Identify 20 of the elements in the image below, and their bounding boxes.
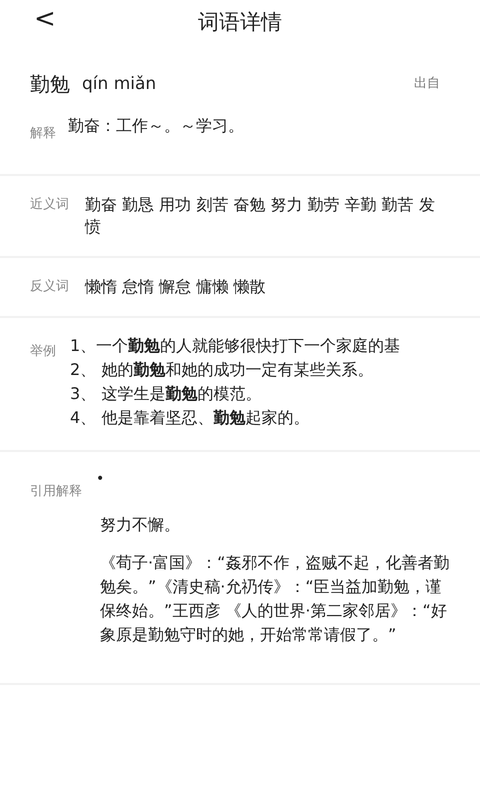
back-button[interactable]: < bbox=[30, 4, 60, 34]
bullet-mark: • bbox=[96, 472, 104, 486]
example-sentence: 4、 他是靠着坚忍、勤勉起家的。 bbox=[70, 406, 310, 428]
section-label: 引用解释 bbox=[30, 482, 83, 500]
example-sentence: 3、 这学生是勤勉的模范。 bbox=[70, 382, 262, 404]
pinyin-text: qín miǎn bbox=[82, 73, 156, 96]
definition-text: 勤奋：工作～。～学习。 bbox=[68, 115, 244, 137]
page-title: 词语详情 bbox=[198, 9, 282, 36]
citation-paragraph: 《荀子·富国》：“姦邪不作，盗贼不起，化善者勤勉矣。”《清史稿·允礽传》：“臣当益加勤勉，谨保终始。”王西彦 《人的世界·第二家邻居》：“好象原是勤勉守时的她，开始常常请假了。” bbox=[100, 552, 450, 646]
example-sentence: 1、一个勤勉的人就能够很快打下一个家庭的基 bbox=[70, 334, 402, 356]
section-label: 解释 bbox=[30, 125, 57, 143]
section-label: 近义词 bbox=[30, 196, 70, 214]
source-link[interactable]: 出自 bbox=[414, 74, 440, 94]
word-list: 懒惰 怠惰 懈怠 慵懒 懒散 bbox=[85, 276, 445, 298]
section-label: 反义词 bbox=[30, 278, 70, 296]
example-sentence: 2、 她的勤勉和她的成功一定有某些关系。 bbox=[70, 358, 374, 380]
meaning-text: 努力不懈。 bbox=[100, 514, 181, 536]
word-list: 勤奋 勤恳 用功 刻苦 奋勉 努力 勤劳 辛勤 勤苦 发愤 bbox=[85, 194, 445, 238]
word-title: 勤勉 bbox=[30, 71, 70, 98]
section-label: 举例 bbox=[30, 342, 57, 360]
